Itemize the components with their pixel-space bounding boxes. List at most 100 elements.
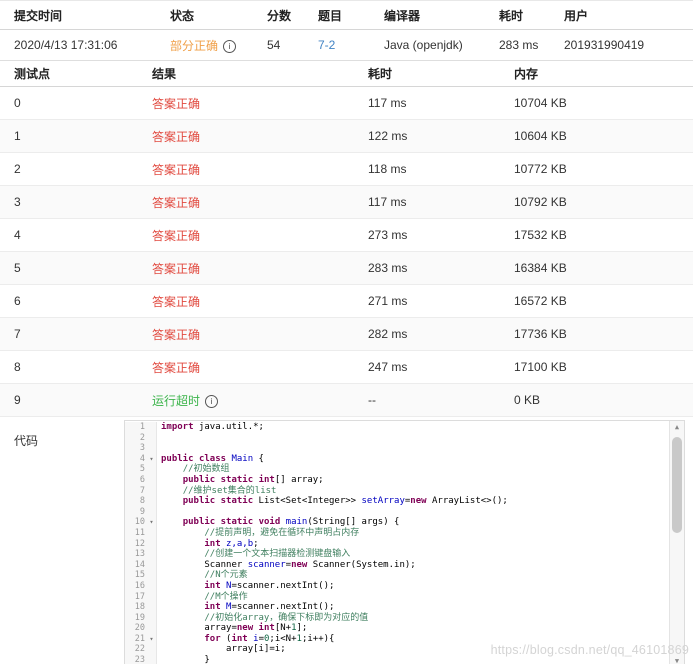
line-gutter: 6 bbox=[125, 474, 157, 486]
testcase-result-text: 答案正确 bbox=[152, 360, 201, 375]
info-icon[interactable]: i bbox=[223, 39, 237, 53]
code-line: 3 bbox=[125, 443, 670, 454]
line-gutter: 7 bbox=[125, 485, 157, 497]
code-line-text: public static void main(String[] args) { bbox=[182, 517, 400, 528]
testcase-result-text: 答案正确 bbox=[152, 294, 201, 309]
testcase-time: 273 ms bbox=[354, 218, 500, 252]
code-line: 14 Scanner scanner=new Scanner(System.in… bbox=[125, 559, 670, 571]
code-line: 8 public static List<Set<Integer>> setAr… bbox=[125, 496, 670, 507]
line-number: 1 bbox=[139, 422, 145, 432]
testcase-row: 9 运行超时 i -- 0 KB bbox=[0, 383, 693, 417]
line-gutter: 20 bbox=[125, 623, 157, 634]
col-header-problem: 题目 bbox=[304, 0, 370, 30]
code-section-label: 代码 bbox=[14, 434, 39, 448]
code-line-text: //M个操作 bbox=[204, 591, 248, 602]
code-line-text: import java.util.*; bbox=[161, 422, 264, 432]
testcase-time: 247 ms bbox=[354, 350, 500, 384]
code-content[interactable]: 1 import java.util.*; 2 3 4 ▾ public class Mai… bbox=[125, 422, 670, 664]
submission-result-page: 提交时间 状态 分数 题目 编译器 耗时 用户 2020/4/13 17:31:… bbox=[0, 0, 693, 664]
code-line: 7 //维护set集合的list bbox=[125, 485, 670, 497]
code-line: 12 int z,a,b; bbox=[125, 538, 670, 550]
submission-row: 2020/4/13 17:31:06 部分正确 i 54 7-2 Java (op… bbox=[0, 29, 693, 61]
fold-arrow-icon[interactable]: ▾ bbox=[147, 454, 156, 465]
code-line: 15 //N个元素 bbox=[125, 570, 670, 581]
code-line-text: array=new int[N+1]; bbox=[161, 623, 308, 634]
testcase-time: 271 ms bbox=[354, 284, 500, 318]
code-line: 10 ▾ public static void main(String[] arg… bbox=[125, 517, 670, 528]
testcase-result: 答案正确 bbox=[138, 251, 354, 285]
compiler-value: Java (openjdk) bbox=[370, 29, 485, 61]
line-number: 3 bbox=[139, 443, 145, 454]
code-line: 17 //M个操作 bbox=[125, 591, 670, 603]
status-partial-text: 部分正确 bbox=[170, 38, 219, 53]
code-line-text: int N=scanner.nextInt(); bbox=[204, 580, 335, 591]
testcase-result-text: 答案正确 bbox=[152, 129, 201, 144]
line-number: 19 bbox=[134, 612, 145, 623]
line-gutter: 13 bbox=[125, 549, 157, 560]
submit-time: 2020/4/13 17:31:06 bbox=[0, 29, 156, 61]
line-number: 16 bbox=[134, 580, 145, 591]
fold-arrow-icon[interactable]: ▾ bbox=[147, 634, 156, 645]
line-number: 18 bbox=[134, 602, 145, 613]
line-number: 23 bbox=[134, 655, 145, 664]
testcase-result-text: 答案正确 bbox=[152, 195, 201, 210]
code-line-text: public class Main { bbox=[161, 453, 264, 464]
code-editor[interactable]: 1 import java.util.*; 2 3 4 ▾ public class Mai… bbox=[124, 420, 685, 664]
code-line-text: int M=scanner.nextInt(); bbox=[204, 602, 335, 613]
line-number: 8 bbox=[139, 496, 145, 507]
problem-cell: 7-2 bbox=[304, 29, 370, 61]
line-number: 10 bbox=[134, 517, 145, 528]
code-line: 18 int M=scanner.nextInt(); bbox=[125, 602, 670, 613]
code-line-text: Scanner scanner=new Scanner(System.in); bbox=[161, 559, 416, 570]
testcase-result-text: 答案正确 bbox=[152, 327, 201, 342]
code-line-text: public static int[] array; bbox=[182, 474, 324, 485]
col-header-result: 结果 bbox=[138, 61, 354, 87]
code-line: 5 //初始数组 bbox=[125, 464, 670, 475]
line-number: 22 bbox=[134, 644, 145, 655]
line-number: 6 bbox=[139, 474, 145, 485]
code-line-text: int z,a,b; bbox=[204, 538, 259, 549]
testcase-row: 6 答案正确 271 ms 16572 KB bbox=[0, 284, 693, 318]
testcase-id: 9 bbox=[0, 383, 138, 417]
col-header-score: 分数 bbox=[253, 0, 304, 30]
testcase-row: 3 答案正确 117 ms 10792 KB bbox=[0, 185, 693, 219]
problem-link[interactable]: 7-2 bbox=[318, 38, 335, 52]
line-gutter: 1 bbox=[125, 422, 157, 433]
line-number: 11 bbox=[134, 527, 145, 538]
submission-table-header: 提交时间 状态 分数 题目 编译器 耗时 用户 bbox=[0, 0, 693, 30]
testcase-row: 7 答案正确 282 ms 17736 KB bbox=[0, 317, 693, 351]
testcase-result-text: 答案正确 bbox=[152, 228, 201, 243]
scrollbar-thumb[interactable] bbox=[672, 437, 682, 533]
testcase-time: 117 ms bbox=[354, 185, 500, 219]
testcase-time: 117 ms bbox=[354, 86, 500, 120]
line-number: 9 bbox=[139, 506, 145, 517]
code-line: 20 array=new int[N+1]; bbox=[125, 623, 670, 634]
line-gutter: 15 bbox=[125, 570, 157, 581]
csdn-watermark: https://blog.csdn.net/qq_46101869 bbox=[490, 643, 689, 657]
col-header-compiler: 编译器 bbox=[370, 0, 485, 30]
line-gutter: 22 bbox=[125, 644, 157, 656]
fold-arrow-icon[interactable]: ▾ bbox=[147, 517, 156, 528]
testcase-memory: 10772 KB bbox=[500, 152, 693, 186]
code-line-text: //提前声明，避免在循环中声明占内存 bbox=[204, 527, 360, 538]
line-number: 20 bbox=[134, 623, 145, 634]
line-number: 7 bbox=[139, 485, 145, 496]
line-gutter: 18 bbox=[125, 602, 157, 613]
line-number: 21 bbox=[134, 633, 145, 644]
testcase-id: 7 bbox=[0, 317, 138, 351]
testcase-memory: 17736 KB bbox=[500, 317, 693, 351]
scrollbar-up-icon[interactable]: ▲ bbox=[670, 421, 684, 433]
code-line: 9 bbox=[125, 506, 670, 518]
line-gutter: 9 bbox=[125, 506, 157, 518]
score-value: 54 bbox=[253, 29, 304, 61]
code-scrollbar[interactable]: ▲ ▼ bbox=[669, 421, 684, 664]
testcase-result: 答案正确 bbox=[138, 152, 354, 186]
testcase-time: -- bbox=[354, 383, 500, 417]
line-number: 12 bbox=[134, 538, 145, 549]
col-header-memory: 内存 bbox=[500, 61, 693, 87]
info-icon[interactable]: i bbox=[205, 394, 219, 408]
testcase-row: 2 答案正确 118 ms 10772 KB bbox=[0, 152, 693, 186]
col-header-duration: 耗时 bbox=[485, 0, 550, 30]
testcase-result: 答案正确 bbox=[138, 350, 354, 384]
line-gutter: 10 ▾ bbox=[125, 517, 157, 528]
